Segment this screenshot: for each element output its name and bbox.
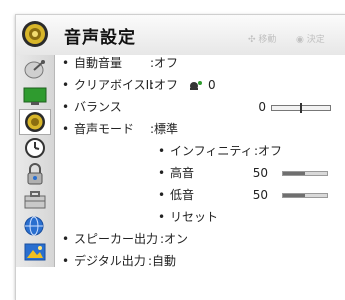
sidebar-item-lock[interactable] <box>19 161 51 187</box>
setting-bass[interactable]: • 低音 50 <box>158 185 338 205</box>
setting-sound-mode[interactable]: • 音声モード :標準 <box>62 119 332 139</box>
tv-screen-icon <box>23 87 47 105</box>
speaker-icon <box>25 112 45 132</box>
treble-value: 50 <box>252 166 268 180</box>
move-hint-label: 移動 <box>258 35 277 45</box>
clear-voice-level: 0 <box>208 78 216 92</box>
toolbox-icon <box>24 191 46 209</box>
ok-hint-label: 決定 <box>306 35 325 45</box>
network-globe-icon <box>24 216 44 236</box>
bullet: • <box>158 188 166 202</box>
photo-media-icon <box>24 243 46 261</box>
speaker-icon <box>22 21 48 47</box>
sidebar-item-picture[interactable] <box>19 83 51 109</box>
setting-label: 高音 <box>170 166 195 180</box>
setting-reset[interactable]: • リセット <box>158 207 338 227</box>
page-title: 音声設定 <box>64 28 136 48</box>
lock-icon <box>27 163 43 185</box>
setting-clear-voice[interactable]: • クリアボイスII :オフ 0 <box>62 75 332 95</box>
setting-value: :自動 <box>148 254 177 268</box>
setting-label: 自動音量 <box>74 56 123 70</box>
setting-label: クリアボイスII <box>74 78 153 92</box>
sidebar-item-sound[interactable] <box>19 109 51 135</box>
sidebar-item-network[interactable] <box>19 213 51 239</box>
setting-label: 音声モード <box>74 122 135 136</box>
setting-label: バランス <box>74 100 122 114</box>
bullet: • <box>158 144 166 158</box>
menu-header: 音声設定 ✣ 移動 ◉ 決定 <box>16 15 345 55</box>
setting-treble[interactable]: • 高音 50 <box>158 163 338 183</box>
setting-label: リセット <box>170 210 219 224</box>
ok-button-icon: ◉ <box>296 35 304 45</box>
setting-value: :オフ <box>150 78 179 92</box>
sidebar-item-satellite[interactable] <box>19 57 51 83</box>
category-sidebar <box>16 55 55 267</box>
setting-value: :オフ <box>254 144 283 158</box>
bullet: • <box>62 56 70 70</box>
setting-label: デジタル出力 <box>74 254 146 268</box>
bullet: • <box>158 166 166 180</box>
bass-slider-fill <box>283 194 305 197</box>
setting-value: :オン <box>160 232 189 246</box>
bass-slider[interactable] <box>282 193 328 198</box>
satellite-dish-icon <box>24 60 45 79</box>
setting-digital-output[interactable]: • デジタル出力 :自動 <box>62 251 332 271</box>
setting-label: スピーカー出力 <box>74 232 159 246</box>
setting-label: インフィニティ <box>170 144 253 158</box>
sidebar-item-setup[interactable] <box>19 187 51 213</box>
setting-label: 低音 <box>170 188 195 202</box>
move-hint: ✣ 移動 <box>248 32 276 45</box>
bullet: • <box>62 122 70 136</box>
bullet: • <box>158 210 166 224</box>
balance-value: 0 <box>258 100 266 114</box>
clear-voice-level-icon <box>190 81 202 90</box>
bullet: • <box>62 78 70 92</box>
bullet: • <box>62 254 70 268</box>
setting-value: :標準 <box>150 122 179 136</box>
dpad-icon: ✣ <box>248 35 256 45</box>
bullet: • <box>62 100 70 114</box>
clock-icon <box>25 138 45 158</box>
sidebar-item-timer[interactable] <box>19 135 51 161</box>
setting-value: :オフ <box>150 56 179 70</box>
ok-hint: ◉ 決定 <box>296 32 325 45</box>
bass-value: 50 <box>252 188 268 202</box>
setting-auto-volume[interactable]: • 自動音量 :オフ <box>62 53 332 73</box>
bullet: • <box>62 232 70 246</box>
treble-slider[interactable] <box>282 171 328 176</box>
balance-slider-thumb[interactable] <box>300 103 302 113</box>
sound-settings-panel: 音声設定 ✣ 移動 ◉ 決定 • 自動音量:オフ • クリアボイスII:オフ… <box>15 14 345 300</box>
setting-speaker-output[interactable]: • スピーカー出力 :オン <box>62 229 332 249</box>
setting-infinity[interactable]: • インフィニティ :オフ <box>158 141 338 161</box>
setting-balance[interactable]: • バランス 0 <box>62 97 332 117</box>
treble-slider-fill <box>283 172 305 175</box>
balance-slider[interactable] <box>271 103 331 113</box>
sidebar-item-media[interactable] <box>19 239 51 265</box>
